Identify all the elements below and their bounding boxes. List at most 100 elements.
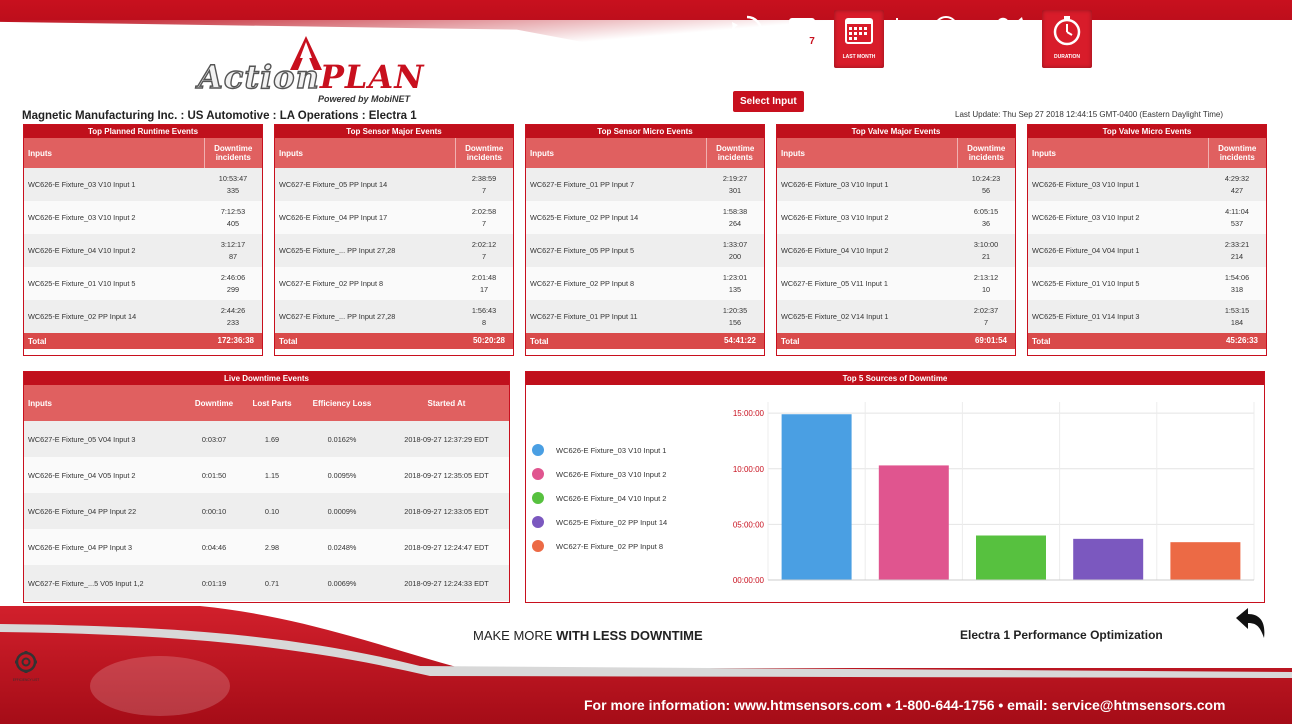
- 24-hours-button[interactable]: 24h 24 HOURS: [722, 10, 772, 68]
- col-downtime-label: Downtime: [716, 144, 755, 153]
- table-row[interactable]: WC627-E Fixture_01 PP Input 7 2:19:27 301: [526, 168, 764, 201]
- efficiency-list-badge-icon[interactable]: EFFICIENCY LIST: [12, 650, 40, 684]
- col-inputs[interactable]: Inputs: [526, 138, 707, 168]
- table-row[interactable]: WC626-E Fixture_04 V10 Input 2 3:12:17 87: [24, 234, 262, 267]
- table-row[interactable]: WC625-E Fixture_01 V14 Input 3 1:53:15 184: [1028, 300, 1266, 333]
- col-inputs[interactable]: Inputs: [777, 138, 958, 168]
- legend-item[interactable]: WC625-E Fixture_02 PP Input 14: [532, 510, 667, 534]
- live-col-lost-parts[interactable]: Lost Parts: [244, 385, 300, 421]
- efficiency-button[interactable]: EFFICIENCY: [986, 10, 1036, 68]
- row-downtime: 6:05:15: [973, 206, 999, 216]
- legend-item[interactable]: WC626-E Fixture_03 V10 Input 1: [532, 438, 667, 462]
- table-row[interactable]: WC625-E Fixture_01 V10 Input 5 1:54:06 318: [1028, 267, 1266, 300]
- row-incidents: 7: [481, 218, 487, 228]
- row-downtime-incidents: 1:53:15 184: [1208, 300, 1266, 333]
- duration-button[interactable]: DURATION: [1042, 10, 1092, 68]
- bar[interactable]: [1170, 542, 1241, 580]
- row-incidents: 87: [228, 251, 238, 261]
- table-row[interactable]: WC627-E Fixture_...5 V05 Input 1,2 0:01:1…: [24, 565, 509, 601]
- footer-tagline: MAKE MORE WITH LESS DOWNTIME: [473, 628, 703, 643]
- live-col-efficiency-loss[interactable]: Efficiency Loss: [300, 385, 384, 421]
- live-row-efficiency-loss: 0.0095%: [300, 457, 384, 493]
- legend-item[interactable]: WC627-E Fixture_02 PP Input 8: [532, 534, 667, 558]
- table-row[interactable]: WC626-E Fixture_03 V10 Input 2 6:05:15 36: [777, 201, 1015, 234]
- col-inputs[interactable]: Inputs: [1028, 138, 1209, 168]
- row-downtime: 2:02:58: [471, 206, 497, 216]
- event-table: Inputs Downtime incidents WC626-E Fixture_0…: [1028, 138, 1266, 349]
- table-row[interactable]: WC626-E Fixture_04 V04 Input 1 2:33:21 214: [1028, 234, 1266, 267]
- table-row[interactable]: WC626-E Fixture_03 V10 Input 2 4:11:04 537: [1028, 201, 1266, 234]
- total-label: Total: [24, 333, 204, 349]
- live-col-started-at[interactable]: Started At: [384, 385, 509, 421]
- table-row[interactable]: WC627-E Fixture_01 PP Input 11 1:20:35 156: [526, 300, 764, 333]
- toolbar-divider: [896, 18, 898, 56]
- chart-title: Top 5 Sources of Downtime: [526, 372, 1264, 385]
- col-downtime-incidents[interactable]: Downtime incidents: [1208, 138, 1266, 168]
- col-downtime-incidents[interactable]: Downtime incidents: [204, 138, 262, 168]
- col-downtime-incidents[interactable]: Downtime incidents: [455, 138, 513, 168]
- table-row[interactable]: WC626-E Fixture_04 PP Input 3 0:04:46 2.98…: [24, 529, 509, 565]
- table-row[interactable]: WC627-E Fixture_05 V11 Input 1 2:13:12 10: [777, 267, 1015, 300]
- table-row[interactable]: WC626-E Fixture_04 V05 Input 2 0:01:50 1.1…: [24, 457, 509, 493]
- table-row[interactable]: WC626-E Fixture_03 V10 Input 1 4:29:32 427: [1028, 168, 1266, 201]
- col-downtime-incidents[interactable]: Downtime incidents: [706, 138, 764, 168]
- table-row[interactable]: WC627-E Fixture_05 V04 Input 3 0:03:07 1.6…: [24, 421, 509, 457]
- row-downtime: 2:02:37: [973, 305, 999, 315]
- lost-parts-button[interactable]: LOST PARTS: [910, 10, 980, 68]
- legend-item[interactable]: WC626-E Fixture_03 V10 Input 2: [532, 462, 667, 486]
- table-row[interactable]: WC626-E Fixture_04 PP Input 22 0:00:10 0.1…: [24, 493, 509, 529]
- table-row[interactable]: WC625-E Fixture_02 V14 Input 1 2:02:37 7: [777, 300, 1015, 333]
- table-row[interactable]: WC627-E Fixture_02 PP Input 8 2:01:48 17: [275, 267, 513, 300]
- row-input: WC625-E Fixture_02 PP Input 14: [526, 201, 706, 234]
- 24h-clock-text: 24h: [737, 27, 755, 38]
- table-row[interactable]: WC626-E Fixture_03 V10 Input 1 10:53:47 33…: [24, 168, 262, 201]
- table-row[interactable]: WC625-E Fixture_... PP Input 27,28 2:02:1…: [275, 234, 513, 267]
- legend-item[interactable]: WC626-E Fixture_04 V10 Input 2: [532, 486, 667, 510]
- bar[interactable]: [976, 535, 1046, 581]
- bar[interactable]: [878, 465, 949, 580]
- row-incidents: 156: [728, 317, 742, 327]
- bar[interactable]: [1073, 538, 1144, 580]
- table-row[interactable]: WC626-E Fixture_04 PP Input 17 2:02:58 7: [275, 201, 513, 234]
- row-downtime-incidents: 4:29:32 427: [1208, 168, 1266, 201]
- last-month-button[interactable]: LAST MONTH: [834, 10, 884, 68]
- row-downtime-incidents: 3:10:00 21: [957, 234, 1015, 267]
- logo-action: Action: [197, 57, 320, 96]
- row-downtime-incidents: 1:56:43 8: [455, 300, 513, 333]
- table-row[interactable]: WC627-E Fixture_... PP Input 27,28 1:56:4…: [275, 300, 513, 333]
- row-input: WC627-E Fixture_01 PP Input 7: [526, 168, 706, 201]
- legend-swatch: [532, 492, 544, 504]
- col-inputs[interactable]: Inputs: [275, 138, 456, 168]
- table-row[interactable]: WC627-E Fixture_05 PP Input 5 1:33:07 200: [526, 234, 764, 267]
- table-row[interactable]: WC627-E Fixture_05 PP Input 14 2:38:59 7: [275, 168, 513, 201]
- table-row[interactable]: WC627-E Fixture_02 PP Input 8 1:23:01 135: [526, 267, 764, 300]
- live-row-lost-parts: 2.98: [244, 529, 300, 565]
- last-7-days-button[interactable]: 7 LAST 7 DAYS: [778, 10, 828, 68]
- table-row[interactable]: WC625-E Fixture_02 PP Input 14 2:44:26 233: [24, 300, 262, 333]
- y-tick-label: 10:00:00: [733, 465, 765, 474]
- row-input: WC626-E Fixture_04 PP Input 17: [275, 201, 455, 234]
- y-tick-label: 15:00:00: [733, 409, 765, 418]
- table-row[interactable]: WC626-E Fixture_03 V10 Input 1 10:24:23 56: [777, 168, 1015, 201]
- live-row-started-at: 2018-09-27 12:37:29 EDT: [384, 421, 509, 457]
- row-downtime: 7:12:53: [220, 206, 246, 216]
- bar[interactable]: [781, 414, 852, 580]
- row-incidents: 21: [981, 251, 991, 261]
- table-row[interactable]: WC625-E Fixture_01 V10 Input 5 2:46:06 299: [24, 267, 262, 300]
- table-row[interactable]: WC626-E Fixture_03 V10 Input 2 7:12:53 405: [24, 201, 262, 234]
- live-col-inputs[interactable]: Inputs: [24, 385, 184, 421]
- row-downtime-incidents: 2:19:27 301: [706, 168, 764, 201]
- live-col-downtime[interactable]: Downtime: [184, 385, 244, 421]
- col-inputs[interactable]: Inputs: [24, 138, 205, 168]
- col-downtime-incidents[interactable]: Downtime incidents: [957, 138, 1015, 168]
- row-input: WC626-E Fixture_03 V10 Input 2: [777, 201, 957, 234]
- table-row[interactable]: WC625-E Fixture_02 PP Input 14 1:58:38 264: [526, 201, 764, 234]
- last-update: Last Update: Thu Sep 27 2018 12:44:15 GM…: [955, 110, 1224, 119]
- total-label: Total: [275, 333, 455, 349]
- row-downtime: 10:24:23: [971, 173, 1001, 183]
- select-input-button[interactable]: Select Input: [733, 91, 804, 112]
- back-arrow-icon[interactable]: [1232, 606, 1268, 640]
- row-downtime-incidents: 10:24:23 56: [957, 168, 1015, 201]
- table-row[interactable]: WC626-E Fixture_04 V10 Input 2 3:10:00 21: [777, 234, 1015, 267]
- lost-parts-label: LOST PARTS: [929, 54, 961, 60]
